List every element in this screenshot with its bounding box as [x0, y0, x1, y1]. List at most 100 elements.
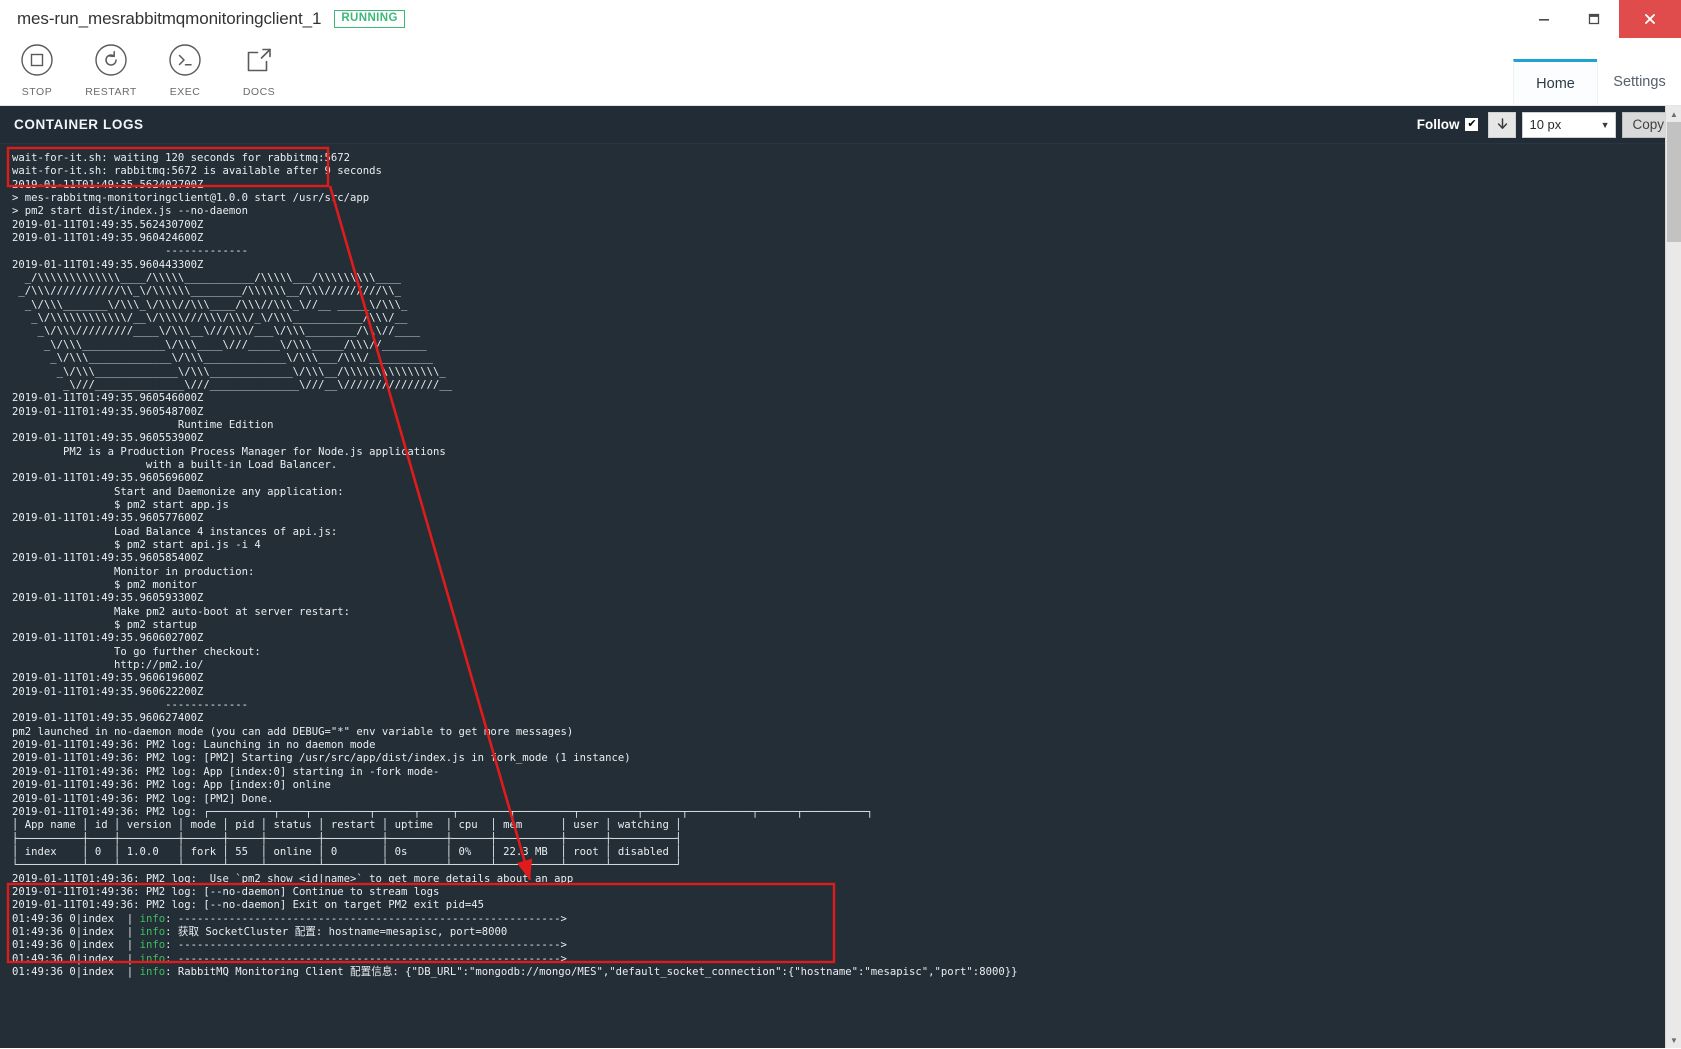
exec-button[interactable]: EXEC	[154, 43, 216, 98]
log-line: 2019-01-11T01:49:36: PM2 log: App [index…	[12, 765, 440, 778]
log-line: │ App name │ id │ version │ mode │ pid │…	[12, 819, 682, 832]
toolbar-bar: STOP RESTART EXEC DOCS Home Settings	[0, 38, 1681, 106]
tab-home-label: Home	[1536, 75, 1575, 92]
log-font-size-value: 10 px	[1529, 117, 1562, 132]
follow-label: Follow	[1416, 117, 1460, 132]
minimize-icon	[1539, 19, 1549, 21]
log-line: ├──────────┼────┼─────────┼──────┼─────┼…	[12, 832, 682, 845]
log-level-tag: info	[139, 952, 166, 965]
copy-label: Copy	[1632, 117, 1664, 132]
log-line: _\/\\\_______\/\\\_\/\\\//\\\____/\\\//\…	[12, 298, 408, 311]
close-icon	[1645, 14, 1655, 24]
logs-title: CONTAINER LOGS	[14, 117, 144, 132]
log-line: Runtime Edition	[12, 418, 274, 431]
log-line: Start and Daemonize any application:	[12, 485, 344, 498]
download-arrow-icon	[1497, 118, 1508, 129]
scroll-to-bottom-button[interactable]	[1488, 111, 1517, 138]
title-bar: mes-run_mesrabbitmqmonitoringclient_1 RU…	[0, 0, 1681, 38]
log-line: wait-for-it.sh: waiting 120 seconds for …	[12, 152, 351, 164]
status-badge: RUNNING	[334, 10, 405, 28]
log-line: 2019-01-11T01:49:35.960602700Z	[12, 632, 204, 645]
log-line: 2019-01-11T01:49:35.960622200Z	[12, 685, 204, 698]
logs-header: CONTAINER LOGS Follow ✔ 10 px ▼ Copy	[0, 106, 1681, 144]
log-line: 2019-01-11T01:49:36: PM2 log: App [index…	[12, 779, 331, 792]
exec-label: EXEC	[169, 86, 201, 98]
log-line: 2019-01-11T01:49:35.562402700Z	[12, 178, 204, 191]
log-line: 2019-01-11T01:49:35.960553900Z	[12, 432, 204, 445]
log-line: _/\\\///////////\\_\/\\\\\\________/\\\\…	[12, 285, 402, 298]
nav-tabs: Home Settings	[1513, 59, 1681, 105]
log-line: pm2 launched in no-daemon mode (you can …	[12, 725, 574, 738]
log-lines: wait-for-it.sh: waiting 120 seconds for …	[0, 152, 1681, 979]
log-line: 2019-01-11T01:49:36: PM2 log: Use `pm2 s…	[12, 872, 574, 885]
log-line: $ pm2 startup	[12, 619, 197, 632]
logs-scrollbar[interactable]: ▲ ▼	[1665, 106, 1681, 1048]
window-controls	[1519, 0, 1681, 38]
minimize-button[interactable]	[1519, 0, 1569, 38]
docs-label: DOCS	[242, 86, 276, 98]
log-line: _\/\\\/////////____\/\\\__\///\\\/___\/\…	[12, 325, 421, 338]
log-line: wait-for-it.sh: rabbitmq:5672 is availab…	[12, 165, 382, 178]
log-line: > pm2 start dist/index.js --no-daemon	[12, 205, 248, 218]
window-title: mes-run_mesrabbitmqmonitoringclient_1	[17, 9, 322, 28]
tab-settings[interactable]: Settings	[1597, 59, 1681, 105]
log-line: 2019-01-11T01:49:35.960585400Z	[12, 552, 204, 565]
log-line: 2019-01-11T01:49:36: PM2 log: [PM2] Star…	[12, 752, 631, 765]
log-line: 2019-01-11T01:49:35.960546000Z	[12, 392, 204, 405]
close-button[interactable]	[1619, 0, 1681, 38]
logs-output[interactable]: wait-for-it.sh: waiting 120 seconds for …	[0, 144, 1681, 1048]
log-level-tag: info	[139, 965, 166, 978]
log-line: 01:49:36 0|index | info: 获取 SocketCluste…	[12, 925, 508, 938]
log-line: 2019-01-11T01:49:35.960619600Z	[12, 672, 204, 685]
stop-button[interactable]: STOP	[6, 43, 68, 98]
log-line: 2019-01-11T01:49:35.960577600Z	[12, 512, 204, 525]
log-line: 01:49:36 0|index | info: ---------------…	[12, 939, 567, 952]
log-line: > mes-rabbitmq-monitoringclient@1.0.0 st…	[12, 192, 370, 205]
log-level-tag: info	[139, 939, 166, 952]
restart-label: RESTART	[85, 86, 137, 98]
log-line: 2019-01-11T01:49:36: PM2 log: [PM2] Done…	[12, 792, 274, 805]
log-line: 01:49:36 0|index | info: ---------------…	[12, 912, 567, 925]
log-line: 2019-01-11T01:49:36: PM2 log: ┌─────────…	[12, 805, 874, 818]
log-line: 2019-01-11T01:49:35.960548700Z	[12, 405, 204, 418]
scroll-down-arrow-icon[interactable]: ▼	[1666, 1032, 1681, 1048]
log-level-tag: info	[139, 925, 166, 938]
log-line: 2019-01-11T01:49:35.562430700Z	[12, 218, 204, 231]
log-line: _\///______________\///______________\//…	[12, 378, 453, 391]
log-line: 01:49:36 0|index | info: RabbitMQ Monito…	[12, 965, 1018, 978]
log-line: Monitor in production:	[12, 565, 255, 578]
log-line: 01:49:36 0|index | info: ---------------…	[12, 952, 567, 965]
external-link-icon	[242, 43, 276, 82]
log-level-tag: info	[139, 912, 166, 925]
log-line: 2019-01-11T01:49:35.960627400Z	[12, 712, 204, 725]
log-line: 2019-01-11T01:49:35.960593300Z	[12, 592, 204, 605]
tab-settings-label: Settings	[1613, 74, 1666, 90]
log-line: 2019-01-11T01:49:35.960424600Z	[12, 232, 204, 245]
follow-checkbox[interactable]: ✔	[1465, 118, 1479, 131]
maximize-button[interactable]	[1569, 0, 1619, 38]
log-line: http://pm2.io/	[12, 659, 204, 672]
tab-home[interactable]: Home	[1513, 59, 1597, 105]
log-line: _\/\\\_____________\/\\\_____________\/\…	[12, 365, 446, 378]
log-line: 2019-01-11T01:49:36: PM2 log: Launching …	[12, 739, 376, 752]
log-line: 2019-01-11T01:49:35.960569600Z	[12, 472, 204, 485]
container-logs-panel: CONTAINER LOGS Follow ✔ 10 px ▼ Copy wai…	[0, 106, 1681, 1048]
docs-button[interactable]: DOCS	[228, 43, 290, 98]
log-line: PM2 is a Production Process Manager for …	[12, 445, 446, 458]
log-line: Make pm2 auto-boot at server restart:	[12, 605, 351, 618]
stop-label: STOP	[21, 86, 53, 98]
log-line: Load Balance 4 instances of api.js:	[12, 525, 338, 538]
log-font-size-select[interactable]: 10 px ▼	[1522, 111, 1617, 138]
terminal-icon	[168, 43, 202, 82]
restart-button[interactable]: RESTART	[80, 43, 142, 98]
scroll-up-arrow-icon[interactable]: ▲	[1666, 106, 1681, 122]
scrollbar-thumb[interactable]	[1667, 122, 1681, 242]
action-toolbar: STOP RESTART EXEC DOCS	[0, 38, 1681, 98]
log-line: _\/\\\\\\\\\\\\/__\/\\\\///\\\/\\\/_\/\\…	[12, 312, 408, 325]
log-line: _/\\\\\\\\\\\\\____/\\\\\___________/\\\…	[12, 272, 402, 285]
log-line: -------------	[12, 699, 248, 712]
log-line: └──────────┴────┴─────────┴──────┴─────┴…	[12, 859, 682, 872]
logs-controls: Follow ✔ 10 px ▼ Copy	[1416, 111, 1677, 138]
log-line: To go further checkout:	[12, 645, 261, 658]
log-line: with a built-in Load Balancer.	[12, 458, 338, 471]
